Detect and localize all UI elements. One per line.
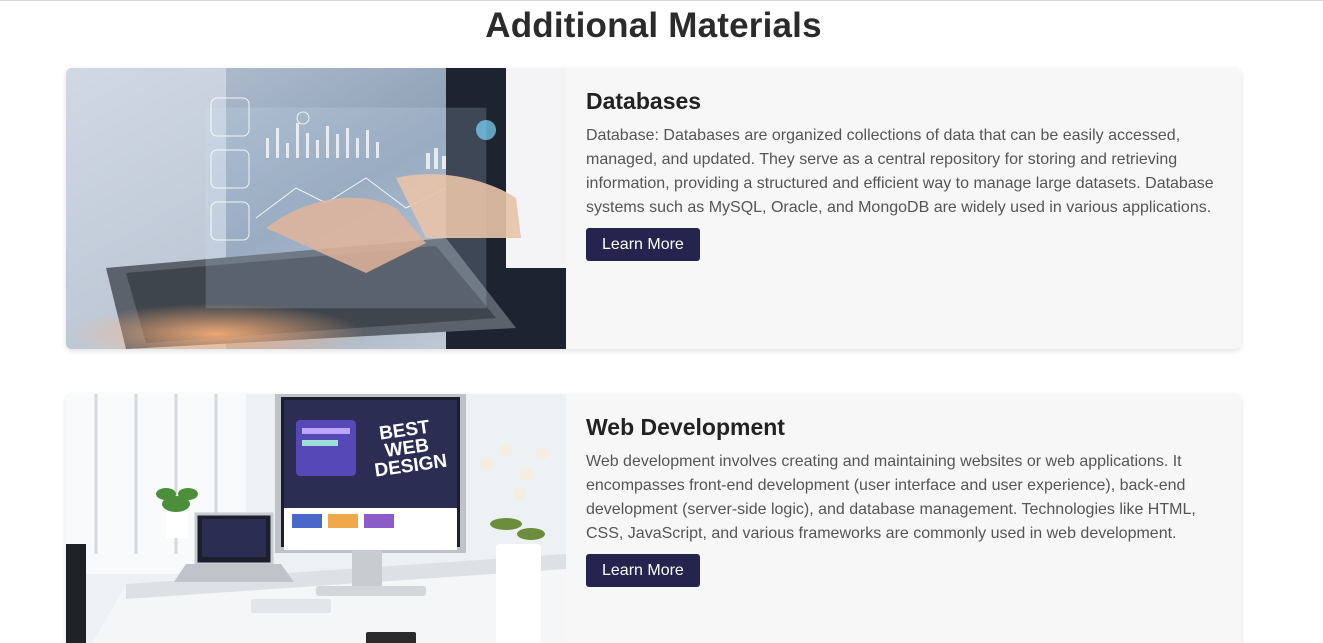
card-description: Database: Databases are organized collec…: [586, 127, 1214, 216]
best-web-design-screen-text: BEST WEB DESIGN: [373, 416, 449, 482]
page-title: Additional Materials: [485, 6, 822, 45]
databases-image: [66, 68, 566, 349]
card-databases: Databases Database: Databases are organi…: [66, 68, 1241, 349]
card-title: Web Development: [586, 414, 785, 440]
learn-more-button-databases[interactable]: Learn More: [586, 228, 700, 261]
card-web-development: BEST WEB DESIGN Web Development Web deve…: [66, 394, 1241, 643]
card-title: Databases: [586, 88, 702, 114]
card-body: Databases Database: Databases are organi…: [586, 86, 1226, 261]
web-development-image: BEST WEB DESIGN: [66, 394, 566, 643]
card-description: Web development involves creating and ma…: [586, 453, 1196, 542]
top-divider: [0, 0, 1323, 1]
learn-more-button-web-development[interactable]: Learn More: [586, 554, 700, 587]
card-body: Web Development Web development involves…: [586, 412, 1226, 587]
